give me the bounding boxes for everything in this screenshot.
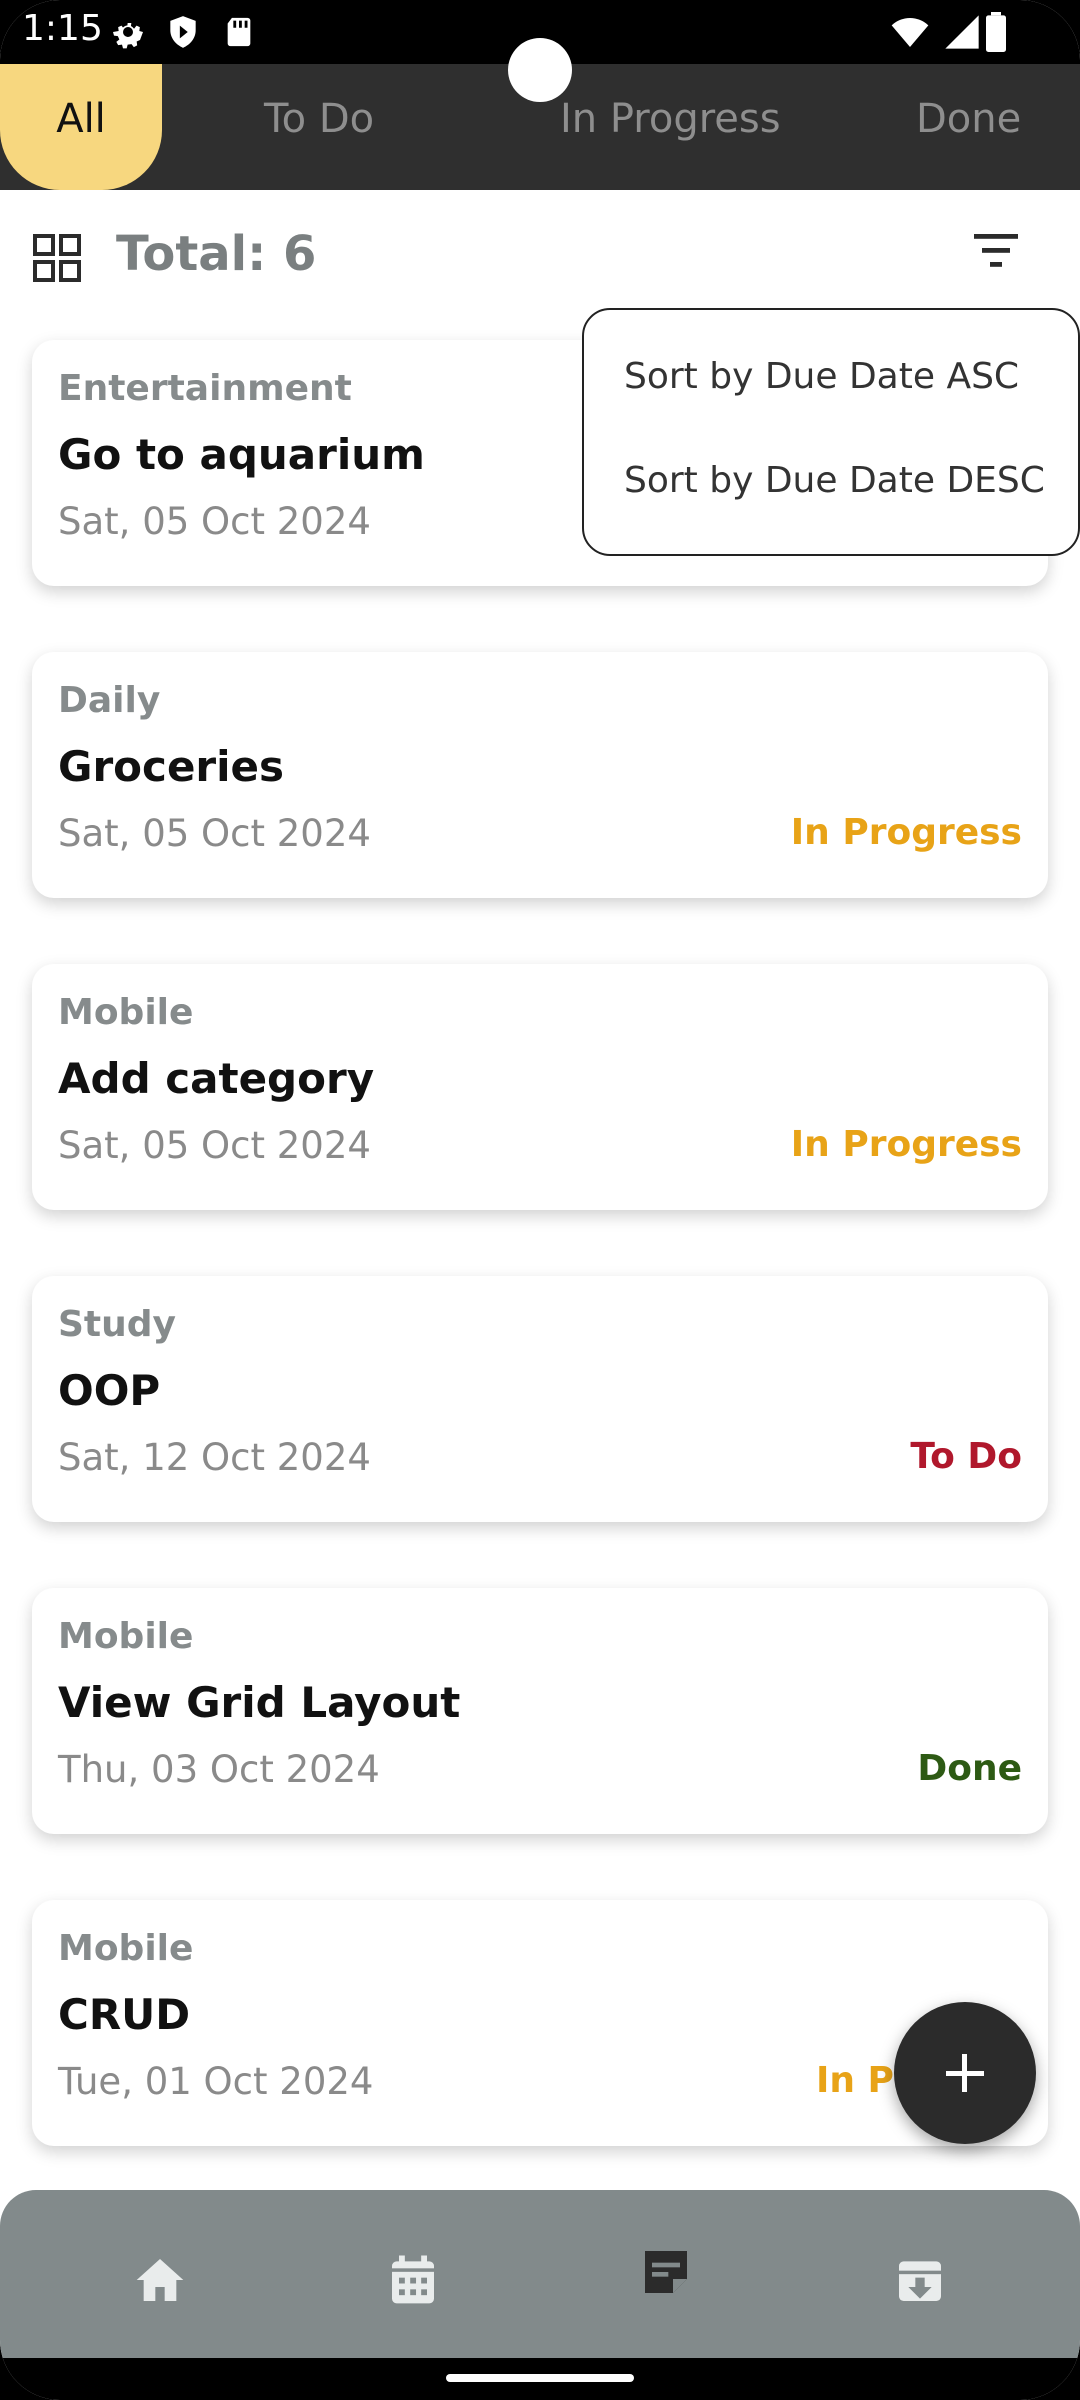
tab-done[interactable]: Done xyxy=(916,96,1021,142)
task-title: Groceries xyxy=(58,742,285,791)
task-date: Sat, 05 Oct 2024 xyxy=(58,812,371,855)
task-date: Tue, 01 Oct 2024 xyxy=(58,2060,374,2103)
wifi-icon xyxy=(891,18,929,47)
task-category: Study xyxy=(58,1304,177,1345)
settings-icon xyxy=(113,23,143,49)
task-category: Entertainment xyxy=(58,368,352,409)
task-title: OOP xyxy=(58,1366,161,1415)
task-date: Sat, 05 Oct 2024 xyxy=(58,1124,371,1167)
task-card[interactable]: Mobile View Grid Layout Thu, 03 Oct 2024… xyxy=(32,1588,1048,1834)
task-card[interactable]: Daily Groceries Sat, 05 Oct 2024 In Prog… xyxy=(32,652,1048,898)
home-indicator[interactable] xyxy=(446,2374,634,2382)
task-card[interactable]: Mobile Add category Sat, 05 Oct 2024 In … xyxy=(32,964,1048,1210)
task-category: Mobile xyxy=(58,1928,194,1969)
task-status: In Progress xyxy=(790,812,1022,853)
task-category: Daily xyxy=(58,680,161,721)
task-title: Go to aquarium xyxy=(58,430,425,479)
sort-menu: Sort by Due Date ASC Sort by Due Date DE… xyxy=(582,308,1080,556)
tab-all-label: All xyxy=(56,96,106,142)
task-title: Add category xyxy=(58,1054,375,1103)
archive-icon[interactable] xyxy=(892,2252,948,2308)
tab-to-do[interactable]: To Do xyxy=(264,96,374,142)
task-date: Sat, 12 Oct 2024 xyxy=(58,1436,371,1479)
battery-icon xyxy=(986,12,1006,52)
sd-card-icon xyxy=(227,17,251,47)
app-screen: 1:15 All To Do In Progress Done Total: 6 xyxy=(0,0,1080,2400)
task-date: Sat, 05 Oct 2024 xyxy=(58,500,371,543)
tab-all[interactable]: All xyxy=(0,64,162,190)
task-title: View Grid Layout xyxy=(58,1678,461,1727)
sort-due-date-desc[interactable]: Sort by Due Date DESC xyxy=(624,460,1045,501)
gesture-bar xyxy=(0,2358,1080,2400)
filter-sort-icon[interactable] xyxy=(972,230,1020,270)
sort-due-date-asc[interactable]: Sort by Due Date ASC xyxy=(624,356,1019,397)
task-category: Mobile xyxy=(58,1616,194,1657)
tab-in-progress[interactable]: In Progress xyxy=(560,96,781,142)
calendar-icon[interactable] xyxy=(385,2252,441,2308)
status-time: 1:15 xyxy=(22,8,103,49)
home-icon[interactable] xyxy=(132,2252,188,2308)
signal-icon xyxy=(945,15,979,49)
task-status: To Do xyxy=(910,1436,1022,1477)
total-count: Total: 6 xyxy=(116,226,317,282)
task-status: Done xyxy=(917,1748,1022,1789)
task-category: Mobile xyxy=(58,992,194,1033)
notes-icon[interactable] xyxy=(638,2244,694,2300)
add-task-button[interactable] xyxy=(894,2002,1036,2144)
list-header: Total: 6 xyxy=(0,190,1080,320)
task-title: CRUD xyxy=(58,1990,191,2039)
bottom-navigation xyxy=(0,2190,1080,2358)
grid-view-icon[interactable] xyxy=(33,234,81,282)
shield-icon xyxy=(170,16,196,48)
task-card[interactable]: Study OOP Sat, 12 Oct 2024 To Do xyxy=(32,1276,1048,1522)
camera-cutout xyxy=(508,38,572,102)
task-date: Thu, 03 Oct 2024 xyxy=(58,1748,380,1791)
task-card[interactable]: Mobile CRUD Tue, 01 Oct 2024 In Pr xyxy=(32,1900,1048,2146)
task-status: In Progress xyxy=(790,1124,1022,1165)
